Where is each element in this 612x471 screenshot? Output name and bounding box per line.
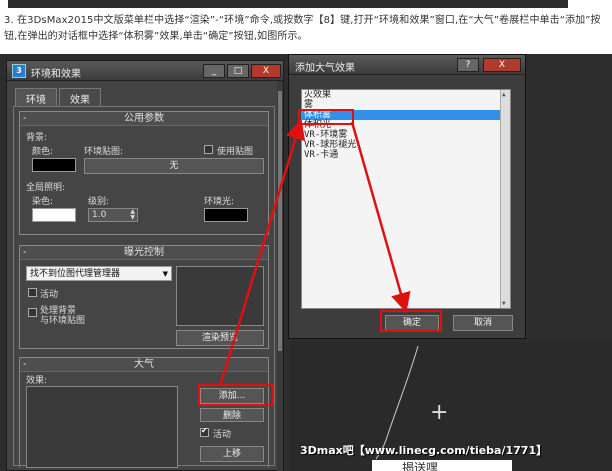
caption-text: 3. 在3DsMax2015中文版菜单栏中选择“渲染”-“环境”命令,或按数字【… bbox=[4, 15, 601, 42]
top-strip bbox=[0, 0, 612, 12]
bottom-strip: 揭送嘿 bbox=[372, 460, 512, 471]
watermark: 3Dmax吧【www.linecg.com/tieba/1771】 bbox=[300, 444, 548, 457]
arrow-to-volume-fog bbox=[218, 119, 306, 387]
arrow-to-ok-button bbox=[350, 121, 411, 313]
annotation-arrows bbox=[218, 119, 419, 460]
screenshot-area: 3 环境和效果 _ □ X 环境 效果 - 公用参数 背景: 颜色: 环境贴图: … bbox=[0, 54, 612, 471]
top-dark-bar bbox=[8, 0, 568, 8]
